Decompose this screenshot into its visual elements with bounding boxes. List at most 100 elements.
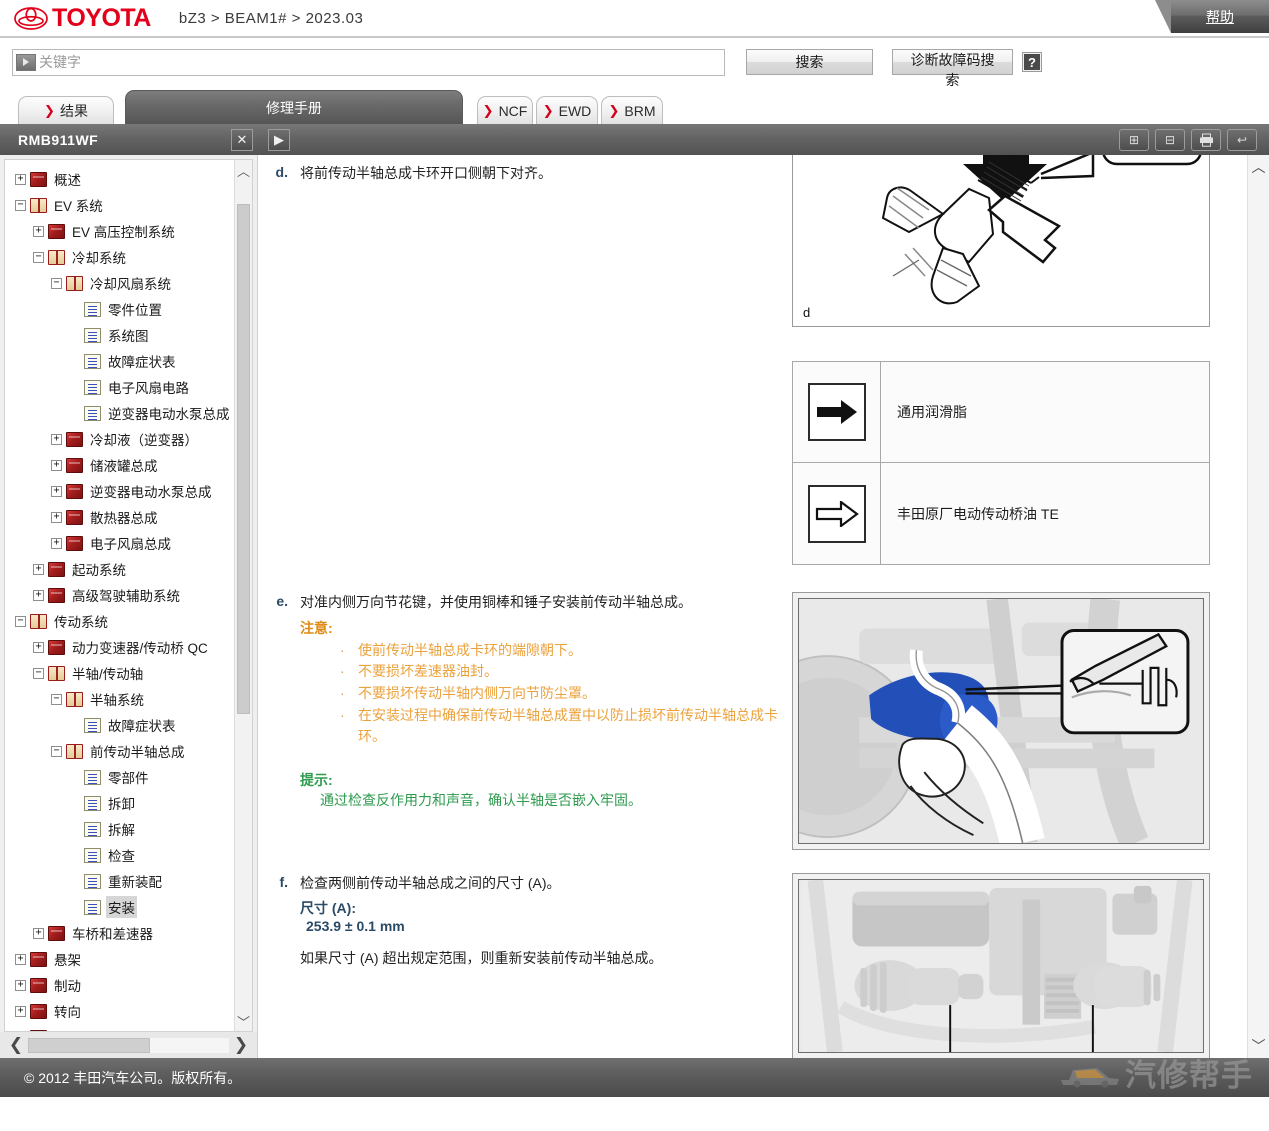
- toggle-spacer: [69, 408, 80, 419]
- expand-icon[interactable]: +: [15, 173, 26, 185]
- tree-scroll-down-icon[interactable]: ﹀: [235, 1011, 252, 1031]
- tree-node[interactable]: + 散热器总成: [51, 504, 252, 530]
- tree-node[interactable]: +音频/视频/车载通信系统: [15, 1024, 252, 1031]
- search-button[interactable]: 搜索: [746, 49, 873, 75]
- tree-node[interactable]: + 起动系统: [33, 556, 252, 582]
- content-vertical-scrollbar[interactable]: ︿ ﹀: [1247, 155, 1269, 1058]
- expand-icon[interactable]: +: [51, 459, 62, 471]
- zoom-in-icon[interactable]: ⊞: [1119, 128, 1149, 151]
- expand-icon[interactable]: +: [33, 225, 44, 237]
- tree-node[interactable]: 拆解: [69, 816, 252, 842]
- tree-node-label: 拆卸: [108, 797, 135, 812]
- tree-node[interactable]: 检查: [69, 842, 252, 868]
- collapse-icon[interactable]: −: [15, 615, 26, 627]
- expand-panel-icon[interactable]: ▶: [268, 128, 290, 151]
- collapse-icon[interactable]: −: [33, 667, 44, 679]
- expand-icon[interactable]: +: [51, 485, 62, 497]
- doc-icon: [84, 717, 101, 733]
- tree-node[interactable]: 重新装配: [69, 868, 252, 894]
- hscroll-track[interactable]: [28, 1037, 229, 1053]
- expand-icon[interactable]: +: [15, 953, 26, 965]
- book-closed-icon: [66, 483, 83, 499]
- collapse-icon[interactable]: −: [51, 745, 62, 757]
- tab-repair-manual[interactable]: 修理手册: [125, 90, 463, 124]
- tree-node[interactable]: + 悬架: [15, 946, 252, 972]
- tree-node[interactable]: 故障症状表: [69, 712, 252, 738]
- expand-icon[interactable]: +: [15, 1005, 26, 1017]
- expand-icon[interactable]: +: [33, 589, 44, 601]
- outline-arrow-icon: [807, 484, 866, 543]
- tree-node[interactable]: − 传动系统: [15, 608, 252, 634]
- tree-node[interactable]: + 高级驾驶辅助系统: [33, 582, 252, 608]
- tree-node[interactable]: 拆卸: [69, 790, 252, 816]
- tree-node[interactable]: − 半轴系统: [51, 686, 252, 712]
- tree-node[interactable]: 零部件: [69, 764, 252, 790]
- print-icon[interactable]: [1191, 128, 1221, 151]
- hscroll-left-icon[interactable]: ❮: [4, 1034, 28, 1056]
- collapse-icon[interactable]: −: [15, 199, 26, 211]
- tree-node[interactable]: 逆变器电动水泵总成: [69, 400, 252, 426]
- tab-results[interactable]: ❯ 结果: [18, 96, 114, 124]
- toyota-logo: TOYOTA: [14, 4, 151, 33]
- dtc-search-button[interactable]: 诊断故障码搜索: [892, 49, 1013, 88]
- step-e-text: 对准内侧万向节花键，并使用铜棒和锤子安装前传动半轴总成。: [300, 594, 692, 610]
- zoom-out-icon[interactable]: ⊟: [1155, 128, 1185, 151]
- back-icon[interactable]: ↩: [1227, 128, 1257, 151]
- help-button[interactable]: 帮助: [1155, 0, 1269, 33]
- tree-horizontal-scrollbar[interactable]: ❮ ❯: [0, 1032, 257, 1058]
- tree-node[interactable]: + 概述: [15, 166, 252, 192]
- book-open-icon: [30, 197, 47, 213]
- toggle-spacer: [69, 850, 80, 861]
- tree-node-label: 电子风扇电路: [108, 381, 189, 396]
- tree-node[interactable]: + 冷却液（逆变器）: [51, 426, 252, 452]
- doc-icon: [84, 353, 101, 369]
- tab-bar: ❯ 结果 修理手册 ❯ NCF ❯ EWD ❯ BRM: [0, 88, 1269, 124]
- search-toolbar: 关键字 搜索 诊断故障码搜索 ?: [0, 38, 1269, 88]
- tree-node[interactable]: − 半轴/传动轴: [33, 660, 252, 686]
- tree-node[interactable]: − 前传动半轴总成: [51, 738, 252, 764]
- expand-icon[interactable]: +: [33, 641, 44, 653]
- tree-node[interactable]: + 车桥和差速器: [33, 920, 252, 946]
- tree-node[interactable]: + EV 高压控制系统: [33, 218, 252, 244]
- tree-node[interactable]: 安装: [69, 894, 252, 920]
- tree-node[interactable]: 零件位置: [69, 296, 252, 322]
- tree-node[interactable]: + 逆变器电动水泵总成: [51, 478, 252, 504]
- tree-node[interactable]: − 冷却风扇系统: [51, 270, 252, 296]
- hscroll-thumb[interactable]: [28, 1037, 150, 1053]
- expand-icon[interactable]: +: [33, 927, 44, 939]
- close-icon[interactable]: ✕: [231, 128, 253, 151]
- tree-node[interactable]: + 制动: [15, 972, 252, 998]
- collapse-icon[interactable]: −: [51, 693, 62, 705]
- tree-node[interactable]: + 储液罐总成: [51, 452, 252, 478]
- expand-icon[interactable]: +: [51, 537, 62, 549]
- doc-icon: [84, 301, 101, 317]
- chevron-right-icon: ❯: [44, 102, 55, 118]
- tree-node-label: 故障症状表: [108, 719, 176, 734]
- tab-ewd[interactable]: ❯ EWD: [536, 96, 598, 124]
- content-scroll-up-icon[interactable]: ︿: [1248, 155, 1269, 179]
- search-input[interactable]: 关键字: [12, 48, 725, 76]
- tree-node[interactable]: + 转向: [15, 998, 252, 1024]
- tree-node[interactable]: − EV 系统: [15, 192, 252, 218]
- watermark-text: 汽修帮手: [1125, 1058, 1253, 1093]
- tab-brm[interactable]: ❯ BRM: [601, 96, 663, 124]
- collapse-icon[interactable]: −: [33, 251, 44, 263]
- tree-node[interactable]: 系统图: [69, 322, 252, 348]
- tree-node[interactable]: 故障症状表: [69, 348, 252, 374]
- tree-vertical-scrollbar[interactable]: ︿ ﹀: [234, 160, 252, 1031]
- document-tree[interactable]: + 概述 − EV 系统 + EV 高压控制系统 − 冷却系统 − 冷却风扇系统 零件位置 系统图 故障…: [4, 159, 253, 1032]
- expand-icon[interactable]: +: [51, 511, 62, 523]
- tree-node[interactable]: + 电子风扇总成: [51, 530, 252, 556]
- tree-node[interactable]: + 动力变速器/传动桥 QC: [33, 634, 252, 660]
- tree-scroll-up-icon[interactable]: ︿: [235, 160, 252, 180]
- tree-node[interactable]: 电子风扇电路: [69, 374, 252, 400]
- collapse-icon[interactable]: −: [51, 277, 62, 289]
- expand-icon[interactable]: +: [51, 433, 62, 445]
- tab-ncf[interactable]: ❯ NCF: [477, 96, 533, 124]
- question-mark-icon[interactable]: ?: [1023, 53, 1041, 71]
- tree-scroll-thumb[interactable]: [237, 204, 250, 714]
- expand-icon[interactable]: +: [33, 563, 44, 575]
- hscroll-right-icon[interactable]: ❯: [229, 1034, 253, 1056]
- tree-node[interactable]: − 冷却系统: [33, 244, 252, 270]
- expand-icon[interactable]: +: [15, 979, 26, 991]
